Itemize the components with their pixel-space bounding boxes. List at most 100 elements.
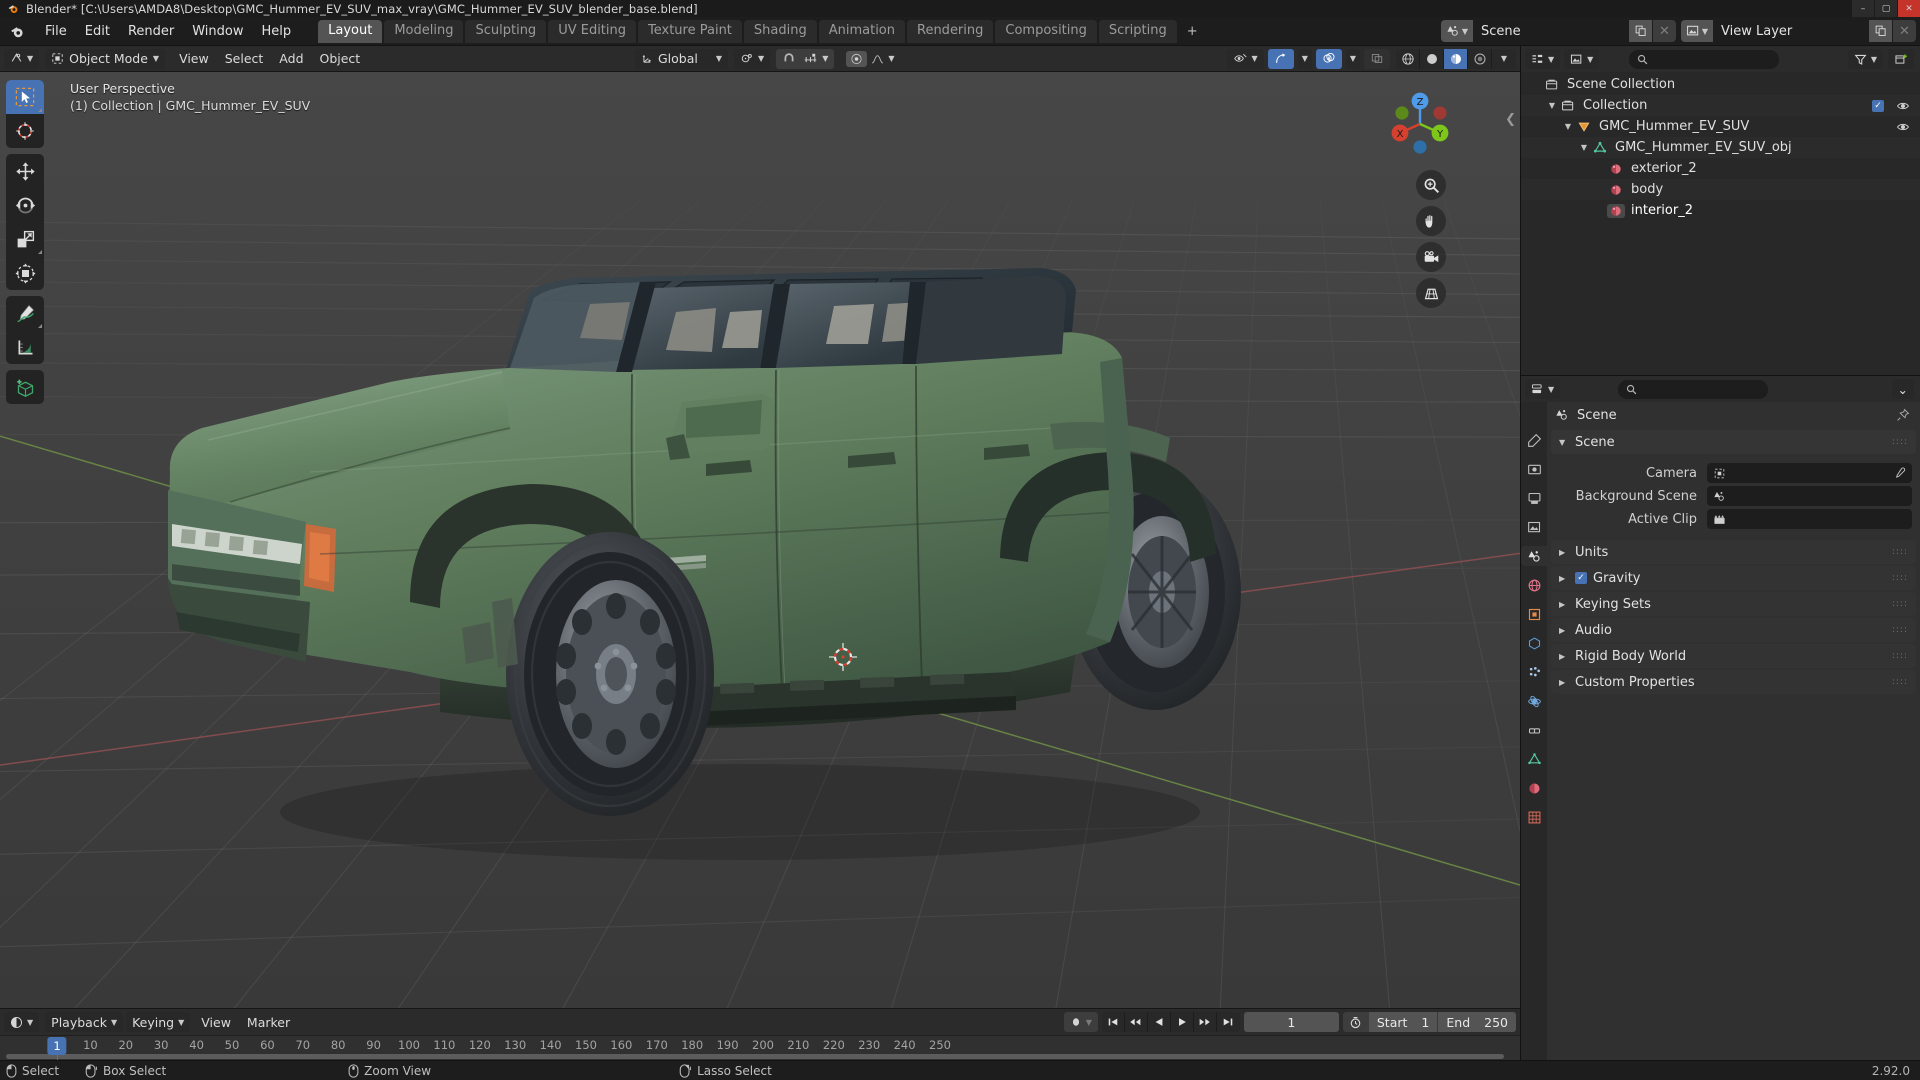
play-reverse-button[interactable] [1148,1012,1171,1032]
pin-icon[interactable] [1896,408,1910,422]
properties-options-dropdown[interactable]: ⌄ [1891,379,1914,399]
disclosure-triangle[interactable]: ▼ [1561,122,1575,131]
shading-wireframe-button[interactable] [1396,48,1420,69]
shading-material-preview-button[interactable] [1444,48,1468,69]
editor-type-outliner-icon[interactable]: ▼ [1525,49,1561,69]
world-tab-icon[interactable] [1524,575,1544,595]
viewport-menu-view[interactable]: View [171,49,217,69]
property-field-active-clip[interactable] [1707,509,1912,529]
show-hide-icon[interactable]: ▼ [1226,48,1264,69]
object-tab-icon[interactable] [1524,604,1544,624]
timeline-menu-playback[interactable]: Playback ▼ [45,1012,124,1032]
outliner-search-input[interactable] [1629,49,1780,69]
object-mode-selector[interactable]: Object Mode ▼ [45,48,166,69]
physics-tab-icon[interactable] [1524,691,1544,711]
modifier-tab-icon[interactable] [1524,633,1544,653]
outliner-row[interactable]: Scene Collection [1521,74,1920,95]
menu-edit[interactable]: Edit [76,21,119,42]
outliner-display-mode-icon[interactable]: ▼ [1564,49,1600,69]
scene-tab-icon[interactable] [1521,546,1547,566]
menu-help[interactable]: Help [253,21,301,42]
add-cube-tool[interactable] [6,370,44,404]
gizmo-icon[interactable] [1267,48,1294,69]
transform-orientation-selector[interactable]: Global ▼ [635,48,729,69]
transform-tool[interactable] [6,256,44,290]
sidebar-toggle-icon[interactable]: ❮ [1505,112,1516,127]
outliner-row[interactable]: interior_2 [1521,200,1920,221]
toggle-perspective-icon[interactable] [1416,278,1446,308]
camera-view-icon[interactable] [1416,242,1446,272]
scene-icon[interactable]: ▼ [1441,20,1473,42]
jump-to-start-button[interactable] [1102,1012,1125,1032]
navigation-gizmo[interactable]: Z X Y [1378,82,1462,166]
timeline-menu-keying[interactable]: Keying ▼ [126,1012,191,1032]
constraints-tab-icon[interactable] [1524,720,1544,740]
tab-shading[interactable]: Shading [743,19,817,43]
panel-header-scene[interactable]: ▼ Scene:::: [1551,430,1916,454]
panel-disclosure[interactable]: ▶ [1559,652,1569,661]
panel-enable-checkbox[interactable]: ✓ [1575,572,1587,584]
render-tab-icon[interactable] [1524,459,1544,479]
overlays-dropdown[interactable]: ▼ [1345,48,1360,69]
shading-dropdown[interactable]: ▼ [1492,49,1516,69]
panel-disclosure[interactable]: ▶ [1559,626,1569,635]
panel-disclosure[interactable]: ▶ [1559,600,1569,609]
panel-header-gravity[interactable]: ▶ ✓ Gravity:::: [1551,566,1916,590]
property-field-camera[interactable] [1707,463,1912,483]
menu-render[interactable]: Render [119,21,183,42]
cursor-tool[interactable] [6,114,44,148]
eyedropper-icon[interactable] [1893,467,1906,480]
funnel-filter-icon[interactable]: ▼ [1847,49,1883,69]
tab-rendering[interactable]: Rendering [907,19,994,43]
hummer-ev-suv-model[interactable] [110,172,1360,872]
panel-disclosure[interactable]: ▶ [1559,548,1569,557]
eye-visibility-icon[interactable] [1896,120,1910,134]
view-layer-selector[interactable]: ▼ View Layer ✕ [1681,20,1916,42]
panel-header-audio[interactable]: ▶ Audio:::: [1551,618,1916,642]
editor-type-3dview-icon[interactable]: ▼ [4,48,40,69]
scale-tool[interactable] [6,222,44,256]
play-button[interactable] [1171,1012,1194,1032]
tab-uv-editing[interactable]: UV Editing [548,19,637,43]
view-layer-tab-icon[interactable] [1524,517,1544,537]
view-layer-name[interactable]: View Layer [1713,20,1868,42]
timeline-menu-view[interactable]: View [193,1012,239,1032]
smooth-falloff-icon[interactable] [870,53,885,65]
tab-layout[interactable]: Layout [318,19,383,43]
panel-header-keying-sets[interactable]: ▶ Keying Sets:::: [1551,592,1916,616]
unlink-scene-button[interactable]: ✕ [1652,20,1676,42]
annotate-tool[interactable] [6,296,44,330]
proportional-editing-cluster[interactable]: ▼ [840,49,900,69]
menu-window[interactable]: Window [183,21,252,42]
jump-to-end-button[interactable] [1217,1012,1240,1032]
overlays-icon[interactable] [1315,48,1342,69]
next-keyframe-button[interactable] [1194,1012,1217,1032]
new-collection-icon[interactable] [1888,49,1914,69]
tab-scripting[interactable]: Scripting [1098,19,1177,43]
viewport-menu-select[interactable]: Select [217,49,272,69]
disclosure-triangle[interactable]: ▼ [1577,143,1591,152]
snap-increment-icon[interactable] [803,52,818,65]
material-tab-icon[interactable] [1524,778,1544,798]
add-workspace-button[interactable]: + [1179,20,1206,43]
scene-selector[interactable]: ▼ Scene ✕ [1441,20,1676,42]
timeline-ruler[interactable]: 10 20 30 40 50 60 70 80 90 100 110 120 130 140 150 160 1… [0,1035,1520,1060]
panel-header-custom-properties[interactable]: ▶ Custom Properties:::: [1551,670,1916,694]
eye-visibility-icon[interactable] [1896,99,1910,113]
shading-rendered-button[interactable] [1468,48,1492,69]
remove-view-layer-button[interactable]: ✕ [1892,20,1916,42]
panel-disclosure[interactable]: ▶ [1559,574,1569,583]
proportional-edit-icon[interactable] [846,50,868,67]
3d-viewport[interactable]: User Perspective (1) Collection | GMC_Hu… [0,72,1520,1008]
outliner-row[interactable]: exterior_2 [1521,158,1920,179]
timeline-playhead[interactable]: 1 [47,1037,67,1055]
frame-start-field[interactable]: Start 1 [1368,1012,1438,1032]
tool-tab-icon[interactable] [1524,430,1544,450]
hand-pan-icon[interactable] [1416,206,1446,236]
magnet-icon[interactable] [782,52,796,65]
tab-modeling[interactable]: Modeling [384,19,464,43]
timeline-scrollbar[interactable] [6,1054,1504,1059]
prev-keyframe-button[interactable] [1125,1012,1148,1032]
xray-toggle-icon[interactable] [1364,48,1390,69]
view-layer-icon[interactable]: ▼ [1681,20,1713,42]
